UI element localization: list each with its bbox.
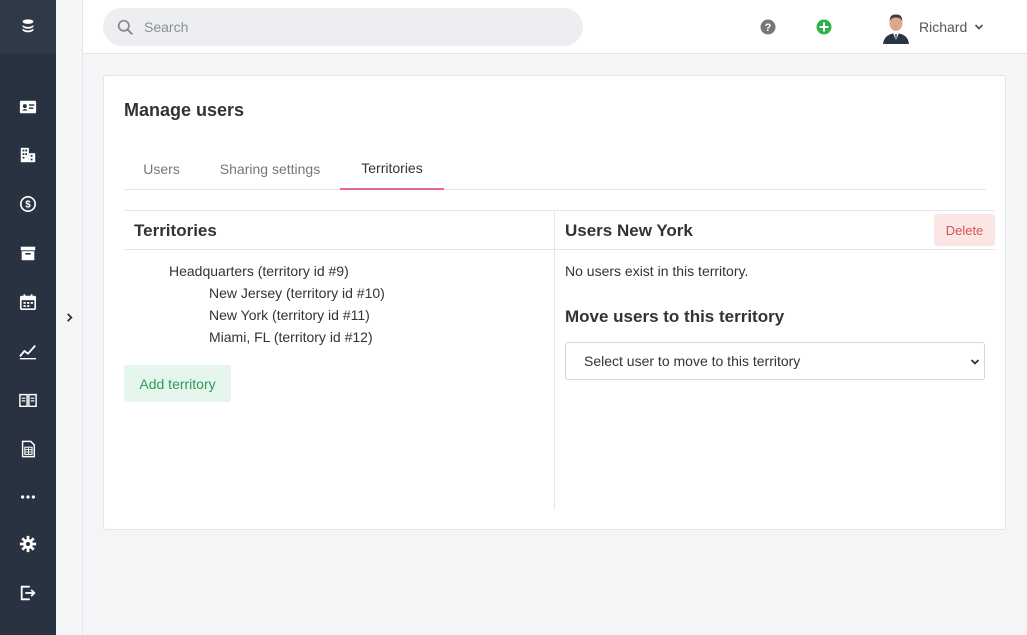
chevron-right-icon [66,312,73,322]
chevron-down-icon [970,359,980,365]
sidebar-item-settings[interactable] [0,524,56,564]
chart-line-icon [19,345,37,360]
empty-users-message: No users exist in this territory. [565,263,749,279]
sidebar-item-calendar[interactable] [0,282,56,322]
sidebar-item-logout[interactable] [0,573,56,613]
territory-detail-panel: Users New York Delete No users exist in … [555,210,995,510]
tab-bar: Users Sharing settings Territories [124,148,986,190]
archive-icon [20,246,36,261]
move-user-select[interactable]: Select user to move to this territory [565,342,985,380]
search-icon [117,19,133,35]
sidebar-item-archive[interactable] [0,233,56,273]
logo-icon [22,19,34,33]
top-bar: ? Richard [83,0,1027,54]
logout-icon [20,585,36,601]
territory-detail-title: Users New York [565,221,693,240]
buildings-icon [20,147,36,163]
sidebar-collapse-toggle[interactable] [60,308,78,326]
search-input[interactable] [144,19,564,35]
contact-card-icon [19,100,37,114]
delete-territory-button[interactable]: Delete [934,214,995,246]
svg-text:?: ? [765,22,772,34]
sidebar-item-reports[interactable] [0,331,56,371]
book-icon [19,393,37,408]
dollar-icon: $ [19,195,37,213]
add-territory-button[interactable]: Add territory [124,365,231,402]
app-logo[interactable] [0,0,56,54]
calendar-icon [19,294,37,311]
page-title: Manage users [124,100,245,120]
tab-users[interactable]: Users [124,148,199,190]
sidebar-item-knowledge[interactable] [0,380,56,420]
manage-users-card: Manage users Users Sharing settings Terr… [103,75,1006,530]
sidebar-item-spreadsheet[interactable] [0,429,56,469]
avatar [880,10,912,44]
territory-detail-header: Users New York Delete [555,211,995,250]
help-icon[interactable]: ? [760,19,776,35]
tab-sharing-settings[interactable]: Sharing settings [200,148,340,190]
territory-item-miami[interactable]: Miami, FL (territory id #12) [209,329,373,345]
avatar-image [880,10,912,44]
territories-title: Territories [134,221,217,240]
user-menu[interactable]: Richard [880,10,984,44]
sidebar-item-deals[interactable]: $ [0,184,56,224]
more-icon [20,495,36,499]
move-users-title: Move users to this territory [565,307,785,326]
territory-item-new-jersey[interactable]: New Jersey (territory id #10) [209,285,385,301]
svg-text:$: $ [25,200,31,211]
chevron-down-icon [975,24,984,30]
territories-panel: Territories Headquarters (territory id #… [124,210,555,510]
user-name: Richard [919,19,968,35]
territory-item-new-york[interactable]: New York (territory id #11) [209,307,370,323]
sidebar-item-contacts[interactable] [0,87,56,127]
search-bar [103,8,583,46]
territories-panel-header: Territories [124,211,554,250]
sidebar: $ [0,0,56,635]
add-icon[interactable] [816,19,832,35]
sidebar-item-companies[interactable] [0,135,56,175]
sidebar-item-more[interactable] [0,477,56,517]
gear-icon [19,535,37,553]
territory-item-headquarters[interactable]: Headquarters (territory id #9) [169,263,349,279]
spreadsheet-icon [21,440,36,458]
tab-territories[interactable]: Territories [340,148,444,190]
move-user-select-value: Select user to move to this territory [584,353,801,369]
